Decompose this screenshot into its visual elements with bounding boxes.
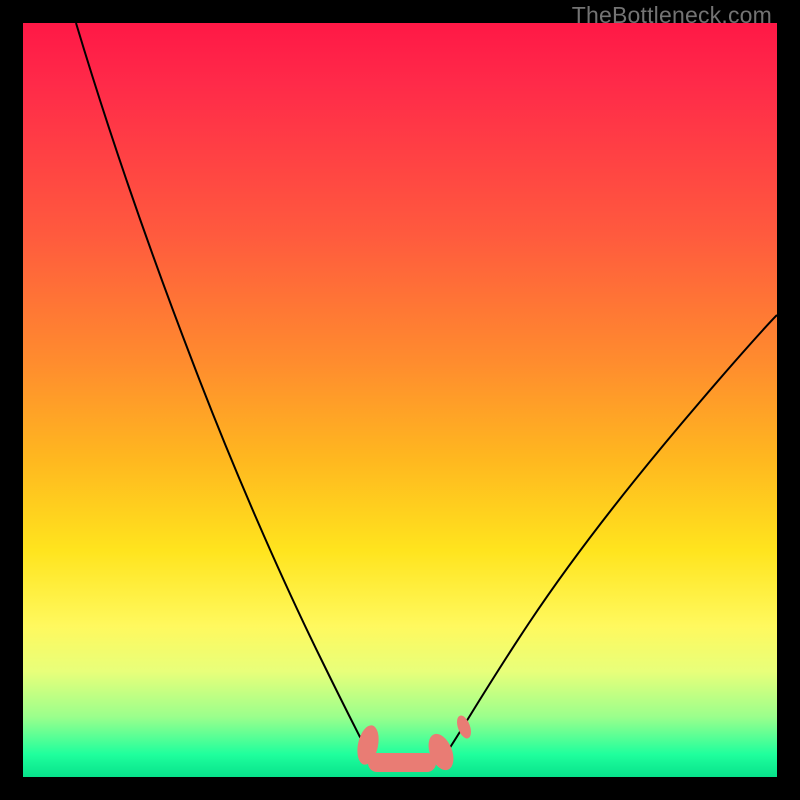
- left-bottleneck-curve: [76, 23, 366, 749]
- valley-blob-mid: [368, 753, 436, 772]
- right-bottleneck-curve: [449, 315, 777, 749]
- curve-layer: [23, 23, 777, 777]
- valley-blob-detached: [454, 714, 473, 741]
- chart-frame: TheBottleneck.com: [0, 0, 800, 800]
- valley-blob-left: [354, 723, 382, 766]
- plot-area: [23, 23, 777, 777]
- valley-marker: [354, 714, 474, 774]
- valley-blob-right: [424, 730, 459, 773]
